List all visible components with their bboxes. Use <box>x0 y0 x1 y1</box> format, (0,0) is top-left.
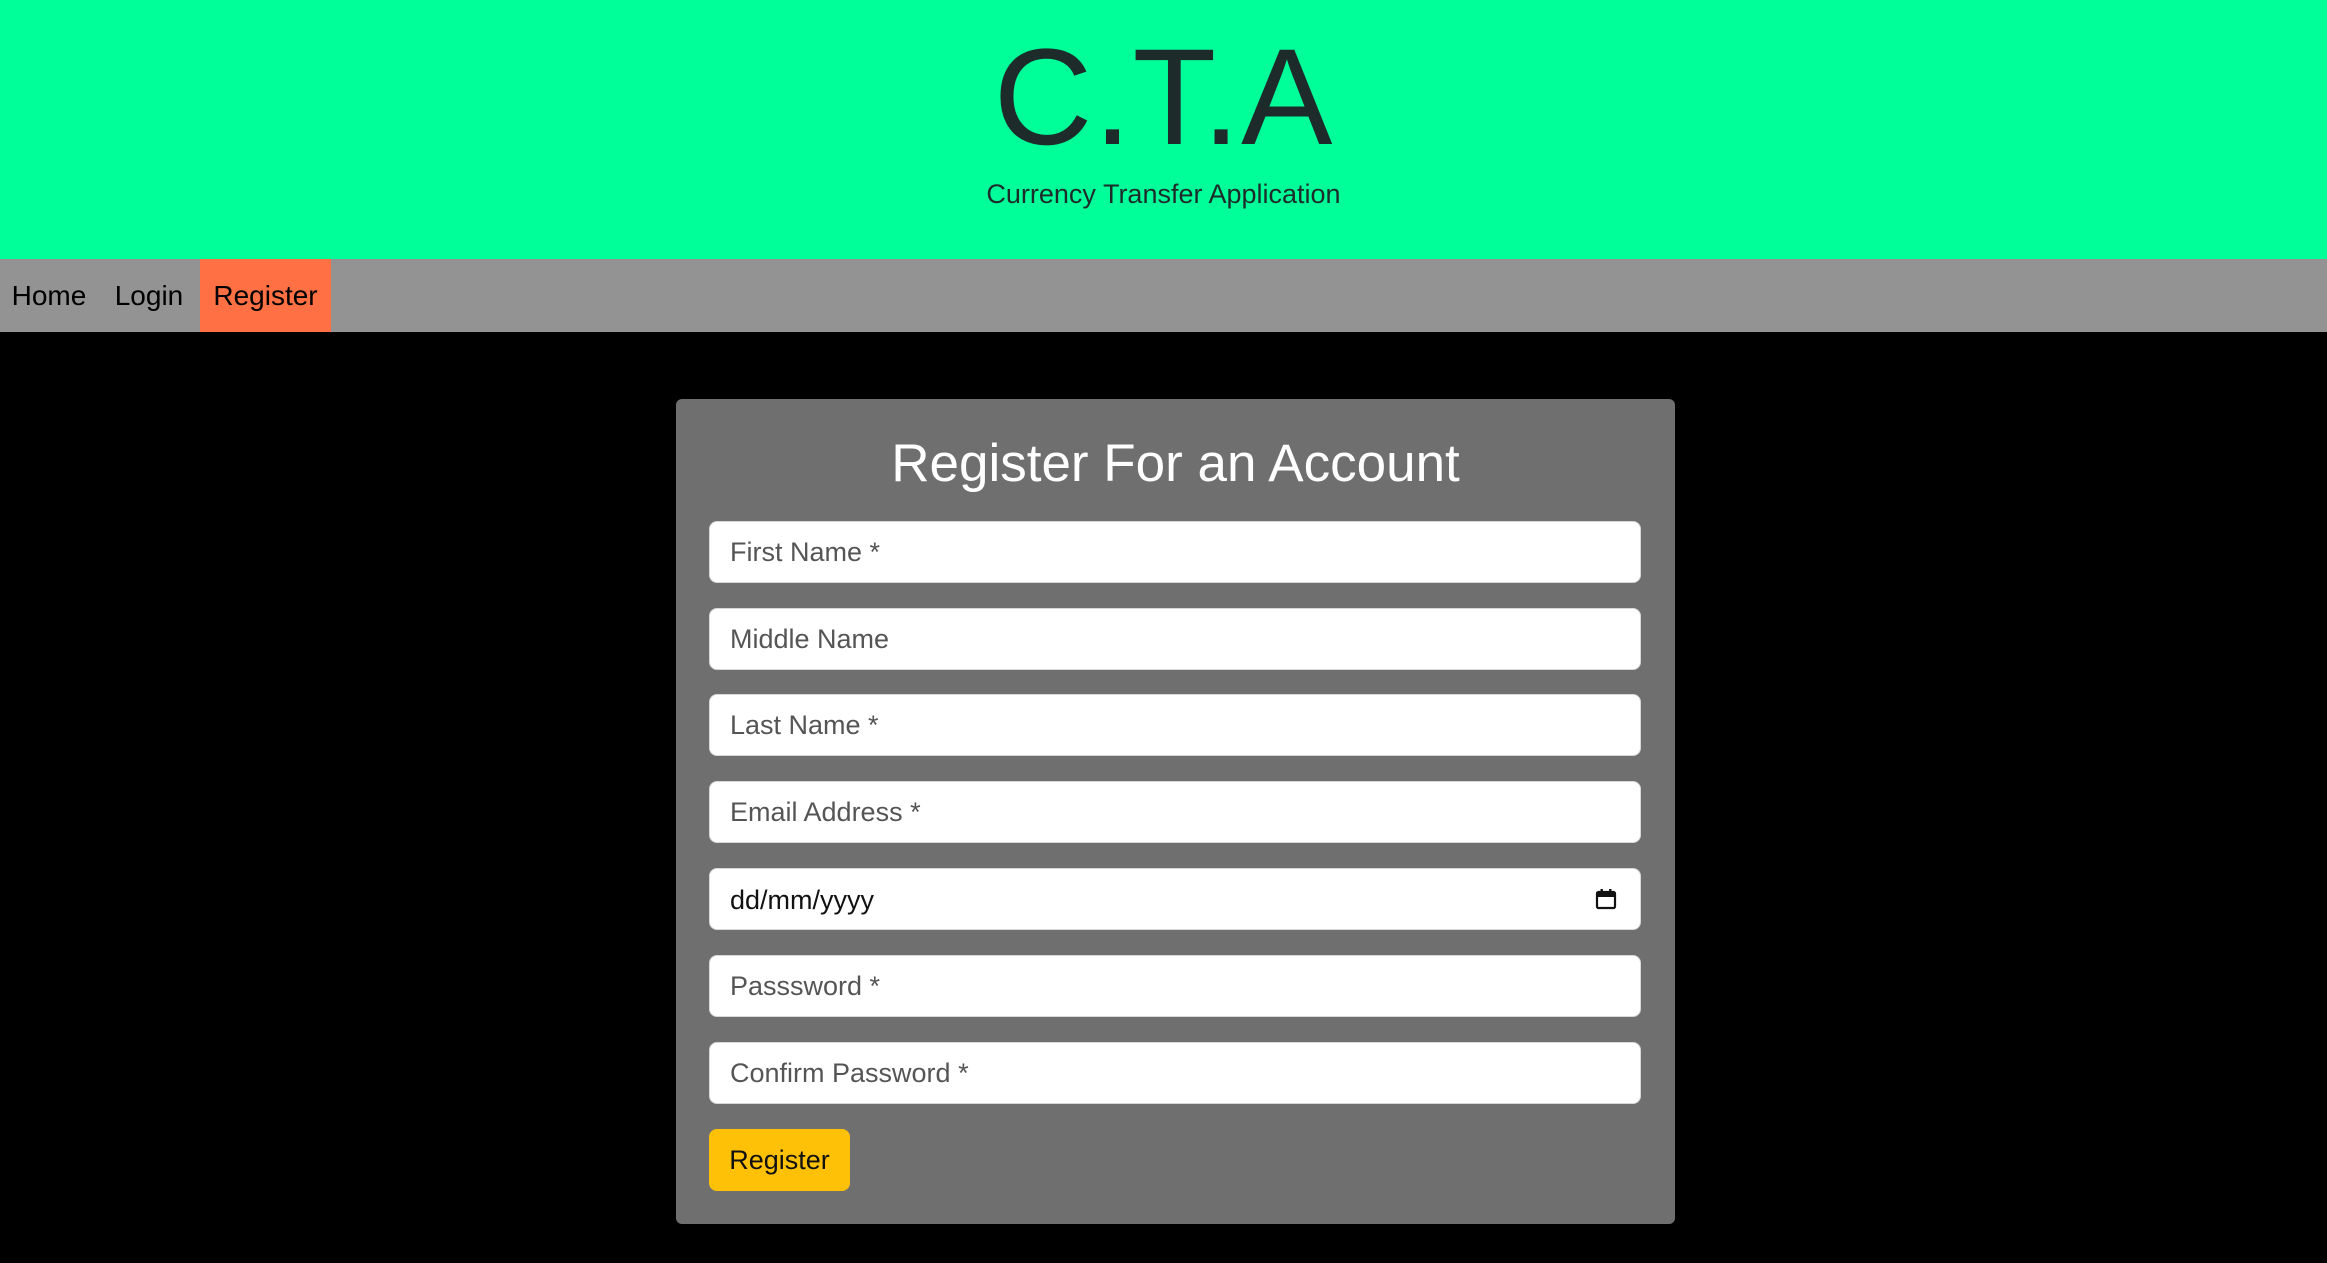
confirm-password-input[interactable] <box>709 1042 1641 1104</box>
date-of-birth-input[interactable]: dd/mm/yyyy <box>709 868 1641 930</box>
site-header: C.T.A Currency Transfer Application <box>0 0 2327 259</box>
nav-register-link[interactable]: Register <box>200 259 331 332</box>
site-tagline: Currency Transfer Application <box>986 179 1341 209</box>
nav-home-link[interactable]: Home <box>0 259 98 332</box>
site-logo: C.T.A <box>993 21 1334 174</box>
last-name-input[interactable] <box>709 694 1641 756</box>
register-button[interactable]: Register <box>709 1129 850 1191</box>
middle-name-input[interactable] <box>709 608 1641 670</box>
calendar-icon[interactable] <box>1594 887 1618 911</box>
nav-login-link[interactable]: Login <box>98 259 200 332</box>
nav-bar: Home Login Register <box>0 259 2327 332</box>
first-name-input[interactable] <box>709 521 1641 583</box>
form-title: Register For an Account <box>891 434 1460 493</box>
password-input[interactable] <box>709 955 1641 1017</box>
email-input[interactable] <box>709 781 1641 843</box>
date-format-text: dd/mm/yyyy <box>730 885 875 915</box>
register-card: Register For an Account dd/mm/yyyy Regis… <box>676 399 1675 1224</box>
